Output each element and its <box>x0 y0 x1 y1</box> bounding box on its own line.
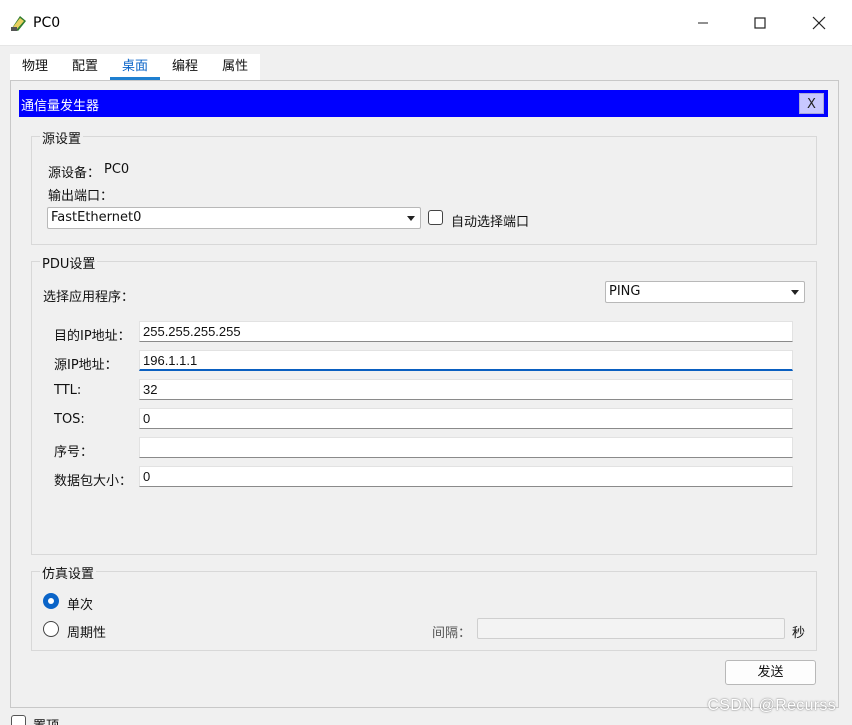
send-button[interactable]: 发送 <box>725 660 816 685</box>
output-port-select[interactable]: FastEthernet0 <box>47 207 421 229</box>
select-application-label: 选择应用程序： <box>43 290 135 305</box>
periodic-radio[interactable] <box>43 621 59 637</box>
csdn-watermark: CSDN @Recurss <box>707 697 836 714</box>
source-device-value: PC0 <box>104 162 130 177</box>
topmost-checkbox[interactable] <box>11 715 26 725</box>
seconds-unit-label: 秒 <box>792 626 806 641</box>
dest-ip-input[interactable]: 255.255.255.255 <box>139 321 793 342</box>
tab-desktop[interactable]: 桌面 <box>110 54 161 80</box>
interval-input[interactable] <box>477 618 785 639</box>
traffic-generator-header: 通信量发生器 X <box>19 90 828 117</box>
single-shot-label: 单次 <box>67 598 94 613</box>
tab-config[interactable]: 配置 <box>60 54 111 80</box>
sequence-label: 序号： <box>54 445 94 460</box>
dialog-close-button[interactable]: X <box>799 93 824 114</box>
interval-label: 间隔： <box>432 626 472 641</box>
tab-physical[interactable]: 物理 <box>10 54 61 80</box>
dialog-title: 通信量发生器 <box>21 99 100 114</box>
output-port-value: FastEthernet0 <box>51 210 142 225</box>
sequence-input[interactable] <box>139 437 793 458</box>
tab-bar: 物理 配置 桌面 编程 属性 <box>10 54 261 80</box>
dest-ip-label: 目的IP地址： <box>54 329 131 344</box>
tab-programming[interactable]: 编程 <box>160 54 211 80</box>
packet-size-label: 数据包大小： <box>54 474 133 489</box>
chevron-down-icon <box>791 290 799 295</box>
close-icon <box>812 16 826 30</box>
maximize-button[interactable] <box>737 8 783 38</box>
source-settings-label: 源设置 <box>40 128 84 147</box>
application-select[interactable]: PING <box>605 281 805 303</box>
source-ip-input[interactable]: 196.1.1.1 <box>139 350 793 371</box>
auto-port-label: 自动选择端口 <box>451 215 530 230</box>
packet-size-input[interactable]: 0 <box>139 466 793 487</box>
pdu-settings-label: PDU设置 <box>40 253 98 272</box>
tos-label: TOS: <box>54 412 85 427</box>
minimize-icon <box>697 17 709 29</box>
window-titlebar: PC0 <box>0 0 852 46</box>
single-shot-radio[interactable] <box>43 593 59 609</box>
maximize-icon <box>754 17 766 29</box>
simulation-settings-group: 仿真设置 <box>31 563 817 651</box>
tab-attributes[interactable]: 属性 <box>210 54 261 80</box>
application-value: PING <box>609 284 641 299</box>
source-device-label: 源设备： <box>48 166 101 181</box>
topmost-label: 置顶 <box>33 715 59 725</box>
source-ip-label: 源IP地址： <box>54 358 118 373</box>
close-button[interactable] <box>796 8 842 38</box>
tos-input[interactable]: 0 <box>139 408 793 429</box>
auto-port-checkbox[interactable] <box>428 210 443 225</box>
simulation-settings-label: 仿真设置 <box>40 563 97 582</box>
output-port-label: 输出端口： <box>48 189 114 204</box>
periodic-label: 周期性 <box>67 626 107 641</box>
ttl-label: TTL: <box>54 383 82 398</box>
minimize-button[interactable] <box>680 8 726 38</box>
window-title: PC0 <box>33 15 61 31</box>
chevron-down-icon <box>407 216 415 221</box>
ttl-input[interactable]: 32 <box>139 379 793 400</box>
pc-app-icon <box>9 13 29 33</box>
